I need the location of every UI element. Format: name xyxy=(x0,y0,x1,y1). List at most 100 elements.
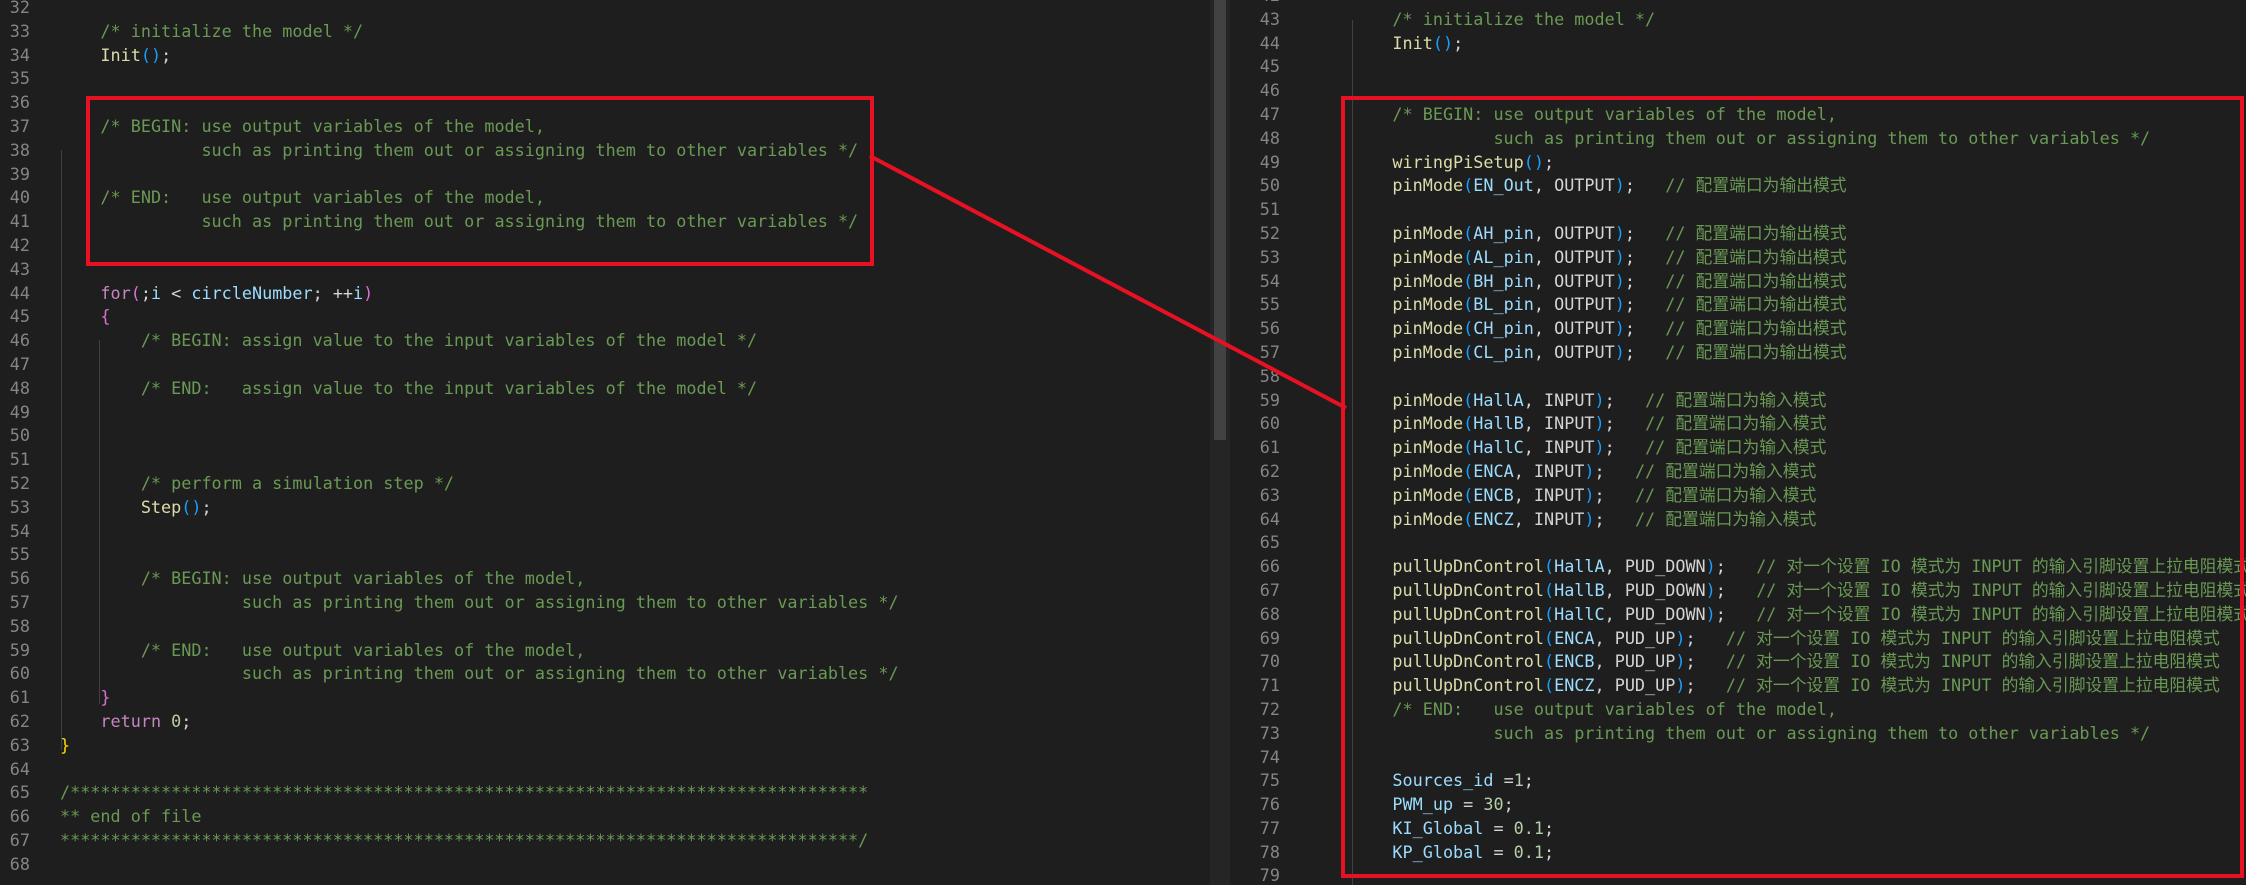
code-line[interactable]: } xyxy=(60,686,1210,710)
code-line[interactable]: pullUpDnControl(HallA, PUD_DOWN); // 对一个… xyxy=(1352,555,2246,579)
code-line[interactable]: pinMode(HallC, INPUT); // 配置端口为输入模式 xyxy=(1352,436,2246,460)
code-line[interactable]: such as printing them out or assigning t… xyxy=(1352,127,2246,151)
code-line[interactable]: KP_Global = 0.1; xyxy=(1352,841,2246,865)
code-line[interactable] xyxy=(60,67,1210,91)
code-line[interactable]: pinMode(CL_pin, OUTPUT); // 配置端口为输出模式 xyxy=(1352,341,2246,365)
code-line[interactable]: pullUpDnControl(ENCZ, PUD_UP); // 对一个设置 … xyxy=(1352,674,2246,698)
code-token: 1 xyxy=(1513,770,1524,791)
code-line[interactable]: such as printing them out or assigning t… xyxy=(60,662,1210,686)
code-line[interactable]: ****************************************… xyxy=(60,829,1210,853)
code-line[interactable] xyxy=(1352,0,2246,8)
scrollbar-thumb[interactable] xyxy=(1214,0,1226,440)
code-line[interactable]: such as printing them out or assigning t… xyxy=(60,591,1210,615)
code-line[interactable]: /* BEGIN: assign value to the input vari… xyxy=(60,329,1210,353)
code-line[interactable]: pinMode(CH_pin, OUTPUT); // 配置端口为输出模式 xyxy=(1352,317,2246,341)
code-line[interactable] xyxy=(1352,365,2246,389)
code-token: pinMode xyxy=(1392,175,1464,196)
code-line[interactable]: such as printing them out or assigning t… xyxy=(1352,722,2246,746)
code-line[interactable]: pinMode(BL_pin, OUTPUT); // 配置端口为输出模式 xyxy=(1352,293,2246,317)
code-line[interactable]: pinMode(ENCA, INPUT); // 配置端口为输入模式 xyxy=(1352,460,2246,484)
code-line[interactable]: { xyxy=(60,305,1210,329)
code-line[interactable]: PWM_up = 30; xyxy=(1352,793,2246,817)
code-line[interactable] xyxy=(60,448,1210,472)
code-line[interactable] xyxy=(60,543,1210,567)
code-line[interactable] xyxy=(60,0,1210,20)
code-line[interactable] xyxy=(60,234,1210,258)
code-line[interactable]: Step(); xyxy=(60,496,1210,520)
code-line[interactable]: pullUpDnControl(ENCA, PUD_UP); // 对一个设置 … xyxy=(1352,627,2246,651)
code-line[interactable]: /* END: use output variables of the mode… xyxy=(1352,698,2246,722)
code-line[interactable]: ** end of file xyxy=(60,805,1210,829)
code-line[interactable] xyxy=(60,91,1210,115)
code-line[interactable]: pinMode(AL_pin, OUTPUT); // 配置端口为输出模式 xyxy=(1352,246,2246,270)
code-line[interactable] xyxy=(60,353,1210,377)
code-line[interactable]: /* BEGIN: use output variables of the mo… xyxy=(60,567,1210,591)
code-line[interactable] xyxy=(60,401,1210,425)
code-area[interactable]: /* initialize the model */ Init(); /* BE… xyxy=(60,0,1210,876)
code-line[interactable]: pullUpDnControl(ENCB, PUD_UP); // 对一个设置 … xyxy=(1352,650,2246,674)
code-line[interactable]: pinMode(HallB, INPUT); // 配置端口为输入模式 xyxy=(1352,412,2246,436)
code-token: ( xyxy=(1463,460,1474,481)
code-line[interactable]: } xyxy=(60,734,1210,758)
code-line[interactable] xyxy=(1352,198,2246,222)
code-line[interactable]: /* BEGIN: use output variables of the mo… xyxy=(60,115,1210,139)
code-line[interactable]: pinMode(EN_Out, OUTPUT); // 配置端口为输出模式 xyxy=(1352,174,2246,198)
code-line[interactable]: KI_Global = 0.1; xyxy=(1352,817,2246,841)
code-token: /* END: use output variables of the mode… xyxy=(1392,698,1837,719)
code-line[interactable]: /* END: use output variables of the mode… xyxy=(60,186,1210,210)
code-token: pinMode xyxy=(1392,460,1464,481)
code-line[interactable] xyxy=(60,520,1210,544)
code-line[interactable] xyxy=(60,853,1210,877)
code-line[interactable]: wiringPiSetup(); xyxy=(1352,151,2246,175)
code-line[interactable]: pinMode(ENCZ, INPUT); // 配置端口为输入模式 xyxy=(1352,508,2246,532)
code-line[interactable] xyxy=(1352,79,2246,103)
line-number: 60 xyxy=(1259,413,1280,434)
code-line[interactable]: Init(); xyxy=(60,44,1210,68)
code-line[interactable]: /* initialize the model */ xyxy=(60,20,1210,44)
code-token: ; xyxy=(1594,484,1635,505)
code-token: ) xyxy=(1594,437,1605,458)
line-number: 54 xyxy=(1259,270,1280,291)
right-editor-pane[interactable]: 4243444546474849505152535455565758596061… xyxy=(1230,0,2246,885)
code-line[interactable]: for(;i < circleNumber; ++i) xyxy=(60,282,1210,306)
code-line[interactable] xyxy=(60,163,1210,187)
code-line[interactable] xyxy=(60,615,1210,639)
code-line[interactable]: /***************************************… xyxy=(60,781,1210,805)
line-number: 63 xyxy=(1259,484,1280,505)
code-line[interactable]: pinMode(AH_pin, OUTPUT); // 配置端口为输出模式 xyxy=(1352,222,2246,246)
code-area[interactable]: /* initialize the model */ Init(); /* BE… xyxy=(1352,0,2246,885)
code-line[interactable] xyxy=(1352,531,2246,555)
line-number: 50 xyxy=(1259,175,1280,196)
code-line[interactable]: /* perform a simulation step */ xyxy=(60,472,1210,496)
code-line[interactable]: return 0; xyxy=(60,710,1210,734)
code-line[interactable] xyxy=(1352,746,2246,770)
code-line[interactable]: pinMode(BH_pin, OUTPUT); // 配置端口为输出模式 xyxy=(1352,270,2246,294)
pane-divider-scrollbar[interactable] xyxy=(1210,0,1230,885)
code-line[interactable]: /* BEGIN: use output variables of the mo… xyxy=(1352,103,2246,127)
code-line[interactable]: pullUpDnControl(HallB, PUD_DOWN); // 对一个… xyxy=(1352,579,2246,603)
left-editor-pane[interactable]: 32 33 34 35 36 37 38 39 40 41 42 43 44 45 46 47 48 49 50 51… xyxy=(0,0,1210,885)
code-line[interactable]: pinMode(HallA, INPUT); // 配置端口为输入模式 xyxy=(1352,389,2246,413)
code-line[interactable]: Sources_id =1; xyxy=(1352,769,2246,793)
line-number: 49 xyxy=(9,401,30,422)
code-line[interactable]: /* END: use output variables of the mode… xyxy=(60,639,1210,663)
code-token: ( xyxy=(1463,413,1474,434)
code-line[interactable] xyxy=(60,258,1210,282)
code-line[interactable]: pullUpDnControl(HallC, PUD_DOWN); // 对一个… xyxy=(1352,603,2246,627)
code-line[interactable] xyxy=(1352,55,2246,79)
code-line[interactable]: /* initialize the model */ xyxy=(1352,8,2246,32)
code-line[interactable]: such as printing them out or assigning t… xyxy=(60,139,1210,163)
code-line[interactable]: such as printing them out or assigning t… xyxy=(60,210,1210,234)
line-number: 66 xyxy=(9,806,30,827)
code-line[interactable] xyxy=(60,758,1210,782)
code-line[interactable] xyxy=(60,424,1210,448)
code-token: KP_Global xyxy=(1392,841,1484,862)
code-token: // 对一个设置 IO 模式为 INPUT 的输入引脚设置上拉电阻模式 xyxy=(1756,603,2246,624)
code-line[interactable]: Init(); xyxy=(1352,32,2246,56)
code-line[interactable]: pinMode(ENCB, INPUT); // 配置端口为输入模式 xyxy=(1352,484,2246,508)
code-line[interactable]: /* END: assign value to the input variab… xyxy=(60,377,1210,401)
code-line[interactable] xyxy=(1352,864,2246,885)
